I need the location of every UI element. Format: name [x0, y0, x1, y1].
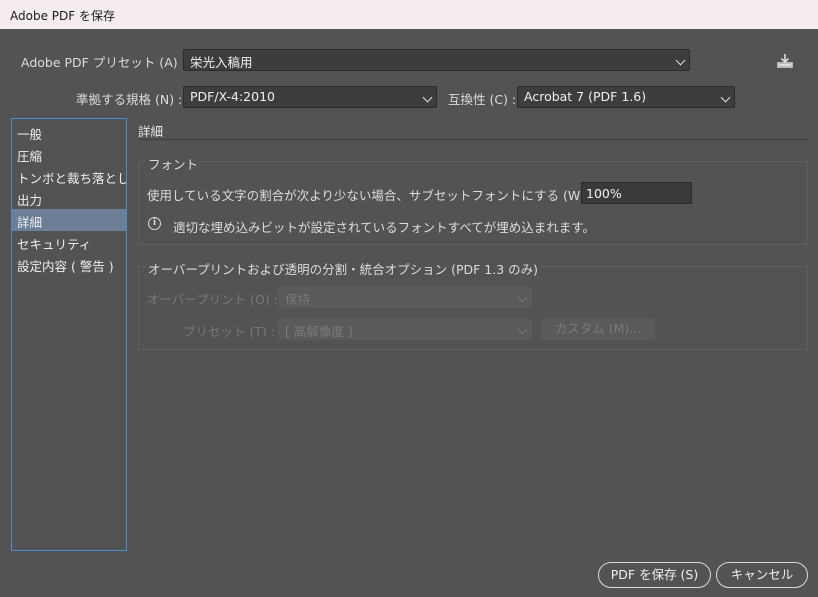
- sidebar-item-general[interactable]: 一般: [12, 121, 126, 143]
- cancel-button-label: キャンセル: [730, 567, 794, 582]
- sidebar-item-marks-bleeds[interactable]: トンボと裁ち落とし: [12, 165, 126, 187]
- compat-value: Acrobat 7 (PDF 1.6): [524, 89, 647, 104]
- sidebar-item-compression[interactable]: 圧縮: [12, 143, 126, 165]
- standard-select[interactable]: PDF/X-4:2010: [183, 86, 437, 108]
- subset-threshold-input[interactable]: 100%: [581, 182, 692, 204]
- chevron-down-icon: [675, 55, 686, 66]
- save-preset-icon[interactable]: [776, 53, 794, 69]
- sidebar-item-label: 出力: [17, 193, 43, 208]
- sidebar-item-label: トンボと裁ち落とし: [17, 171, 126, 186]
- standard-label: 準拠する規格 (N) :: [76, 92, 183, 107]
- cancel-button[interactable]: キャンセル: [716, 562, 808, 588]
- chevron-down-icon: [720, 92, 731, 103]
- divider: [138, 139, 808, 140]
- sidebar-item-label: 一般: [17, 127, 43, 142]
- overprint-label: オーバープリント (O) :: [147, 292, 278, 307]
- save-pdf-button[interactable]: PDF を保存 (S): [598, 562, 711, 588]
- preset-label: Adobe PDF プリセット (A) :: [21, 55, 186, 70]
- compat-label: 互換性 (C) :: [448, 92, 517, 107]
- sidebar-item-summary[interactable]: 設定内容 ( 警告 ): [12, 253, 126, 275]
- preset-value: 栄光入稿用: [190, 55, 253, 70]
- section-title: 詳細: [138, 124, 164, 139]
- window-titlebar: Adobe PDF を保存: [0, 0, 818, 29]
- chevron-down-icon: [517, 324, 528, 335]
- font-info-text: 適切な埋め込みビットが設定されているフォントすべてが埋め込まれます。: [173, 220, 596, 235]
- flattener-preset-label: プリセット (T) :: [183, 324, 276, 339]
- subset-label: 使用している文字の割合が次より少ない場合、サブセットフォントにする (W) :: [147, 188, 594, 203]
- overprint-select[interactable]: 保持: [278, 286, 532, 308]
- standard-value: PDF/X-4:2010: [190, 89, 275, 104]
- custom-button-label: カスタム (M)...: [554, 321, 642, 336]
- sidebar-item-label: 圧縮: [17, 149, 43, 164]
- save-pdf-button-label: PDF を保存 (S): [610, 567, 699, 582]
- overprint-value: 保持: [285, 292, 311, 307]
- sidebar-item-output[interactable]: 出力: [12, 187, 126, 209]
- chevron-down-icon: [517, 292, 528, 303]
- window-title: Adobe PDF を保存: [10, 9, 115, 23]
- sidebar-item-label: 設定内容 ( 警告 ): [17, 259, 114, 274]
- sidebar-item-label: セキュリティ: [17, 237, 92, 252]
- flattener-preset-select[interactable]: [ 高解像度 ]: [278, 318, 532, 340]
- category-sidebar: 一般 圧縮 トンボと裁ち落とし 出力 詳細 セキュリティ 設定内容 ( 警告 ): [11, 118, 127, 551]
- chevron-down-icon: [422, 92, 433, 103]
- preset-select[interactable]: 栄光入稿用: [183, 49, 690, 71]
- flattener-preset-value: [ 高解像度 ]: [285, 324, 353, 339]
- sidebar-item-label: 詳細: [17, 215, 43, 230]
- fonts-group-title: フォント: [146, 154, 201, 173]
- subset-threshold-value: 100%: [586, 186, 622, 201]
- overprint-group-title: オーバープリントおよび透明の分割・統合オプション (PDF 1.3 のみ): [146, 259, 541, 278]
- info-icon: i: [148, 217, 161, 230]
- sidebar-item-advanced[interactable]: 詳細: [12, 209, 126, 231]
- sidebar-item-security[interactable]: セキュリティ: [12, 231, 126, 253]
- custom-button[interactable]: カスタム (M)...: [541, 318, 655, 340]
- compat-select[interactable]: Acrobat 7 (PDF 1.6): [517, 86, 735, 108]
